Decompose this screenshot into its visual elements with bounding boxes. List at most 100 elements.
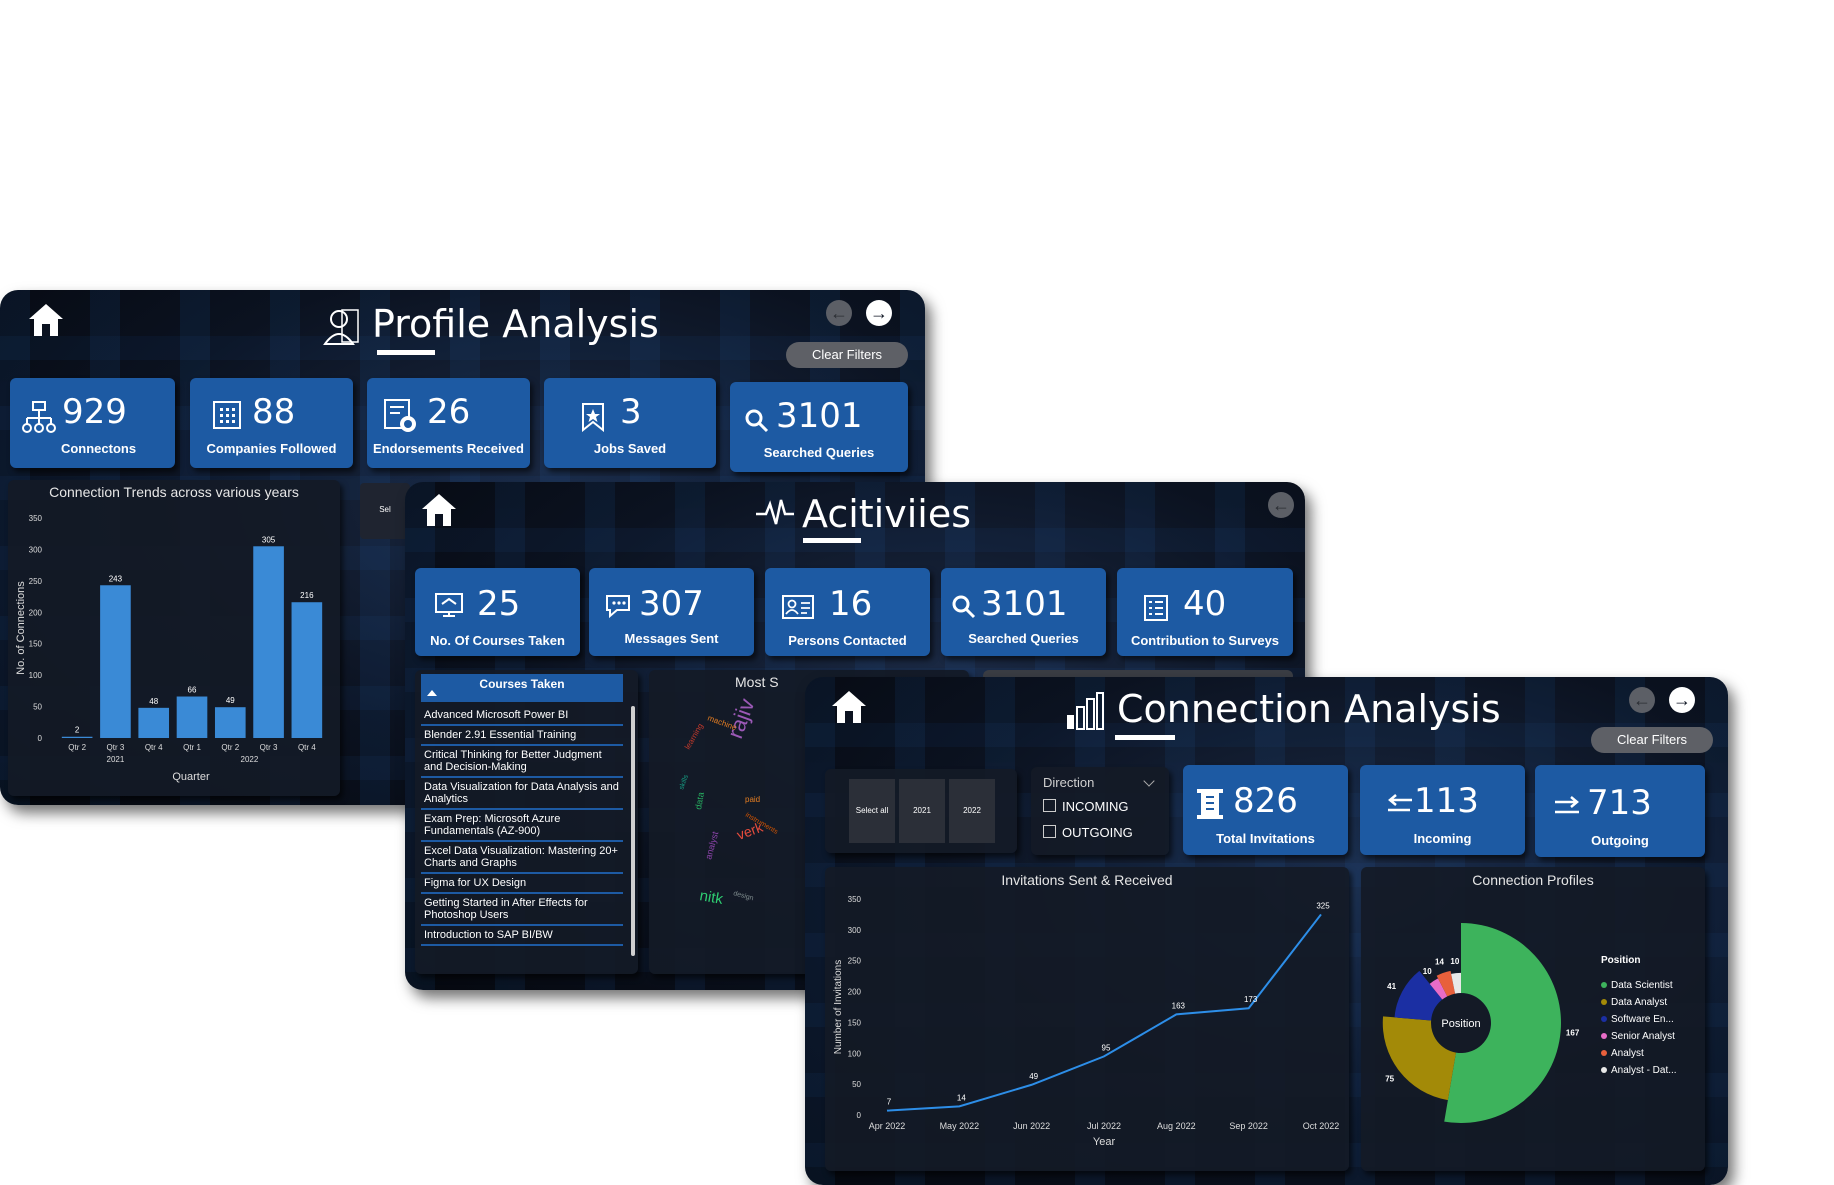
kpi-contribution-surveys[interactable]: 40 Contribution to Surveys xyxy=(1117,568,1293,656)
x-tick-label: Qtr 4 xyxy=(145,743,163,752)
kpi-courses-taken[interactable]: 25 No. Of Courses Taken xyxy=(415,568,580,656)
back-button[interactable]: ← xyxy=(826,300,852,326)
legend-label: Senior Analyst xyxy=(1611,1031,1675,1042)
wordcloud-word: design xyxy=(732,890,754,902)
list-item[interactable]: Exam Prep: Microsoft Azure Fundamentals … xyxy=(421,810,623,842)
legend-dot xyxy=(1601,1067,1607,1073)
kpi-value: 16 xyxy=(829,584,873,624)
connection-analysis-window: Connection Analysis ← → Clear Filters Se… xyxy=(805,677,1728,1185)
partial-year-slicer[interactable]: Sel xyxy=(360,483,410,539)
list-item[interactable]: Critical Thinking for Better Judgment an… xyxy=(421,746,623,778)
checkbox[interactable] xyxy=(1043,825,1056,838)
forward-button[interactable]: → xyxy=(866,300,892,326)
x-axis-label: Quarter xyxy=(172,771,210,783)
list-item[interactable]: Excel Data Visualization: Mastering 20+ … xyxy=(421,842,623,874)
bar xyxy=(253,546,284,738)
data-label: 325 xyxy=(1316,901,1330,910)
kpi-label: No. Of Courses Taken xyxy=(430,633,565,648)
title-underline xyxy=(1115,735,1175,740)
kpi-incoming[interactable]: 113 Incoming xyxy=(1360,765,1525,855)
kpi-endorsements[interactable]: 26 Endorsements Received xyxy=(367,378,530,468)
kpi-value: 713 xyxy=(1587,783,1652,823)
survey-icon xyxy=(1144,595,1168,621)
pie-center-label: Position xyxy=(1441,1018,1480,1030)
connection-profiles-panel: Connection Profiles 167 75 41 10 14 10 Positio… xyxy=(1361,867,1705,1171)
list-item[interactable]: Figma for UX Design xyxy=(421,874,623,894)
kpi-messages-sent[interactable]: 307 Messages Sent xyxy=(589,568,754,656)
y-tick-label: 0 xyxy=(857,1111,862,1120)
checkbox[interactable] xyxy=(1043,799,1056,812)
home-icon[interactable] xyxy=(419,490,459,530)
chat-icon xyxy=(606,595,630,619)
y-tick-label: 100 xyxy=(29,671,43,680)
kpi-jobs-saved[interactable]: 3 Jobs Saved xyxy=(544,378,716,468)
legend-label: Analyst - Dat... xyxy=(1611,1065,1677,1076)
wordcloud-word: data xyxy=(693,791,706,810)
clear-filters-button[interactable]: Clear Filters xyxy=(786,342,908,368)
kpi-label: Searched Queries xyxy=(968,631,1079,646)
y-tick-label: 150 xyxy=(848,1018,862,1027)
table-scrollbar[interactable] xyxy=(631,706,635,956)
legend-item[interactable]: Data Analyst xyxy=(1601,997,1677,1008)
invitations-line-chart: 0 50 100 150 200 250 300 350 Number of Invitatio… xyxy=(833,895,1339,1148)
home-icon[interactable] xyxy=(829,687,869,727)
kpi-persons-contacted[interactable]: 16 Persons Contacted xyxy=(765,568,930,656)
list-item[interactable]: Getting Started in After Effects for Pho… xyxy=(421,894,623,926)
kpi-outgoing[interactable]: 713 Outgoing xyxy=(1535,765,1705,857)
legend-item[interactable]: Senior Analyst xyxy=(1601,1031,1677,1042)
invitation-icon xyxy=(1197,789,1223,819)
list-item[interactable]: Advanced Microsoft Power BI xyxy=(421,706,623,726)
data-label: 49 xyxy=(226,696,235,705)
data-label: 7 xyxy=(887,1098,892,1107)
legend-item[interactable]: Data Scientist xyxy=(1601,980,1677,991)
chevron-down-icon[interactable] xyxy=(1143,775,1155,787)
wordcloud-word: nitk xyxy=(698,887,724,908)
back-button[interactable]: ← xyxy=(1268,492,1294,518)
x-tick-label: Qtr 1 xyxy=(183,743,201,752)
building-icon xyxy=(213,401,241,429)
list-item[interactable]: Introduction to SAP BI/BW xyxy=(421,926,623,946)
x-tick-label: Apr 2022 xyxy=(869,1121,906,1131)
kpi-value: 826 xyxy=(1233,781,1298,821)
kpi-searched-queries[interactable]: 3101 Searched Queries xyxy=(730,382,908,472)
clear-filters-button[interactable]: Clear Filters xyxy=(1591,727,1713,753)
y-tick-label: 200 xyxy=(29,608,43,617)
y-tick-label: 300 xyxy=(848,926,862,935)
bar xyxy=(61,736,93,738)
page-title: Connection Analysis xyxy=(1117,687,1501,731)
list-item[interactable]: Blender 2.91 Essential Training xyxy=(421,726,623,746)
data-label: 49 xyxy=(1029,1072,1038,1081)
kpi-label: Companies Followed xyxy=(206,441,337,456)
y-tick-label: 150 xyxy=(29,640,43,649)
back-button[interactable]: ← xyxy=(1629,687,1655,713)
courses-taken-table[interactable]: Courses Taken Advanced Microsoft Power B… xyxy=(415,670,638,974)
bookmark-star-icon xyxy=(582,403,604,432)
sort-caret-icon[interactable] xyxy=(427,690,437,696)
direction-option-outgoing[interactable]: OUTGOING xyxy=(1043,825,1133,840)
slicer-option-select-all[interactable]: Select all xyxy=(849,779,895,843)
course-icon xyxy=(435,593,463,617)
slicer-option-2021[interactable]: 2021 xyxy=(899,779,945,843)
courses-header[interactable]: Courses Taken xyxy=(421,674,623,702)
legend-item[interactable]: Analyst - Dat... xyxy=(1601,1065,1677,1076)
kpi-label: Persons Contacted xyxy=(788,633,907,648)
list-item[interactable]: Data Visualization for Data Analysis and… xyxy=(421,778,623,810)
legend-item[interactable]: Analyst xyxy=(1601,1048,1677,1059)
kpi-value: 26 xyxy=(427,392,471,432)
legend-item[interactable]: Software En... xyxy=(1601,1014,1677,1025)
slicer-option-2022[interactable]: 2022 xyxy=(949,779,995,843)
direction-option-incoming[interactable]: INCOMING xyxy=(1043,799,1128,814)
forward-button[interactable]: → xyxy=(1669,687,1695,713)
home-icon[interactable] xyxy=(26,300,66,340)
data-label: 10 xyxy=(1450,957,1459,966)
kpi-label: Messages Sent xyxy=(624,631,719,646)
kpi-total-invitations[interactable]: 826 Total Invitations xyxy=(1183,765,1348,855)
kpi-companies-followed[interactable]: 88 Companies Followed xyxy=(190,378,353,468)
bar xyxy=(291,602,323,738)
kpi-connections[interactable]: 929 Connectons xyxy=(10,378,175,468)
legend-label: Software En... xyxy=(1611,1014,1674,1025)
wordcloud-word: learning xyxy=(683,722,705,751)
wordcloud-word: analyst xyxy=(703,830,720,861)
kpi-searched-queries[interactable]: 3101 Searched Queries xyxy=(941,568,1106,656)
legend-label: Analyst xyxy=(1611,1048,1644,1059)
